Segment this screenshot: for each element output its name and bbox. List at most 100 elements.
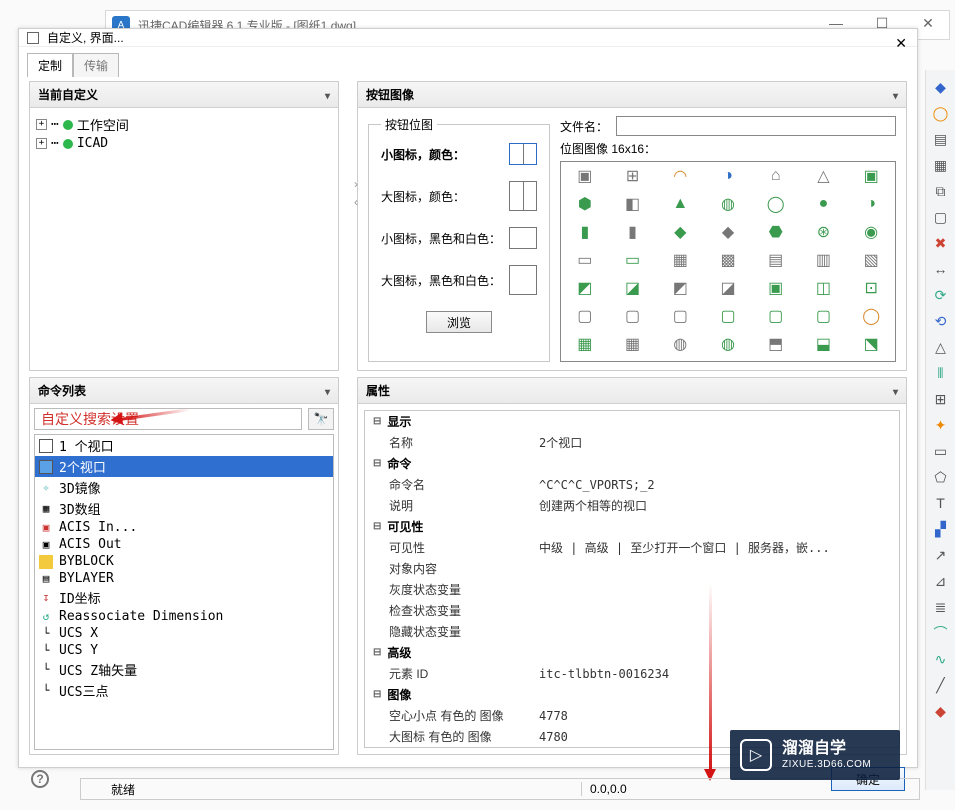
file-name-input[interactable] (616, 116, 896, 136)
tool-refresh-icon[interactable]: ⟲ (932, 312, 950, 330)
tool-array-icon[interactable]: ▦ (932, 156, 950, 174)
tree-item-icad[interactable]: + ⋯ ICAD (36, 135, 332, 152)
large-color-label: 大图标，颜色： (381, 188, 465, 205)
command-row[interactable]: ▣ACIS Out (35, 536, 333, 553)
tab-customize[interactable]: 定制 (27, 53, 73, 77)
tool-mirror-icon[interactable]: △ (932, 338, 950, 356)
tree-item-label: ICAD (77, 136, 108, 151)
tool-icon[interactable]: ◆ (932, 78, 950, 96)
small-color-swatch[interactable] (509, 143, 537, 165)
tool-align-icon[interactable]: ⫴ (932, 364, 950, 382)
panel-collapse-icon[interactable] (891, 384, 898, 398)
green-dot-icon (63, 120, 73, 130)
command-row[interactable]: BYBLOCK (35, 553, 333, 570)
tree-bullet-icon: ⋯ (51, 136, 59, 151)
panel-button-image-title: 按钮图像 (366, 86, 414, 103)
large-color-swatch[interactable] (509, 181, 537, 211)
ucsx-icon: └ (39, 627, 53, 641)
ucsy-icon: └ (39, 644, 53, 658)
small-bw-label: 小图标，黑色和白色： (381, 230, 501, 247)
panel-current-customize: 当前自定义 + ⋯ 工作空间 + ⋯ ICAD (29, 81, 339, 371)
command-row[interactable]: └UCS Y (35, 642, 333, 659)
large-bw-swatch[interactable] (509, 265, 537, 295)
tool-delete-icon[interactable]: ✖ (932, 234, 950, 252)
tool-end-icon[interactable]: ◆ (932, 702, 950, 720)
command-row[interactable]: ✧3D镜像 (35, 477, 333, 498)
tab-transfer[interactable]: 传输 (73, 53, 119, 77)
help-icon[interactable]: ? (31, 770, 49, 788)
tool-grid-icon[interactable]: ⊞ (932, 390, 950, 408)
command-row-selected[interactable]: 2个视口 (35, 456, 333, 477)
customize-dialog: 自定义, 界面... ✕ 定制 传输 当前自定义 + ⋯ 工作空间 (18, 28, 918, 768)
dialog-title: 自定义, 界面... (47, 29, 124, 46)
command-row[interactable]: ▤BYLAYER (35, 570, 333, 587)
command-list[interactable]: 1 个视口 2个视口 ✧3D镜像 ▦3D数组 ▣ACIS In... ▣ACIS… (34, 434, 334, 750)
panel-properties: 属性 显示 名称2个视口 命令 命令名^C^C^C_VPORTS;_2 说明创建… (357, 377, 907, 755)
ucszvec-icon: └ (39, 663, 53, 677)
acisin-icon: ▣ (39, 521, 53, 535)
status-ready: 就绪 (81, 781, 581, 798)
tool-dim-icon[interactable]: ⊿ (932, 572, 950, 590)
ucs3pt-icon: └ (39, 684, 53, 698)
tree-expand-icon[interactable]: + (36, 119, 47, 130)
panel-collapse-icon[interactable] (323, 88, 330, 102)
idcoord-icon: ↧ (39, 591, 53, 605)
tool-measure-icon[interactable]: ↗ (932, 546, 950, 564)
properties-grid[interactable]: 显示 名称2个视口 命令 命令名^C^C^C_VPORTS;_2 说明创建两个相… (364, 410, 900, 748)
customize-tree[interactable]: + ⋯ 工作空间 + ⋯ ICAD (30, 108, 338, 370)
tool-box-icon[interactable]: ▢ (932, 208, 950, 226)
tool-line-icon[interactable]: ╱ (932, 676, 950, 694)
file-name-label: 文件名： (560, 118, 608, 135)
bitmap-icon-grid[interactable]: ▣⊞◠◑⌂△▣ ⬢◧▲◍◯●◑ ▮▮◆◆⬣⊛◉ ▭▭▦▩▤▥▧ ◩◪◩◪▣◫⊡ … (560, 161, 896, 362)
command-row[interactable]: ▦3D数组 (35, 498, 333, 519)
viewport2-icon (39, 460, 53, 474)
status-bar: 就绪 0.0,0.0 (80, 778, 920, 800)
command-row[interactable]: 1 个视口 (35, 435, 333, 456)
command-search-input[interactable] (34, 408, 302, 430)
tool-move-icon[interactable]: ↔ (932, 260, 950, 278)
window-close-icon[interactable]: ✕ (915, 15, 941, 32)
tool-poly-icon[interactable]: ⬠ (932, 468, 950, 486)
panel-button-image: 按钮图像 按钮位图 小图标，颜色： 大图标，颜色： (357, 81, 907, 371)
viewport1-icon (39, 439, 53, 453)
tool-spline-icon[interactable]: ∿ (932, 650, 950, 668)
panel-collapse-icon[interactable] (323, 384, 330, 398)
command-row[interactable]: ▣ACIS In... (35, 519, 333, 536)
tool-rotate-icon[interactable]: ⟳ (932, 286, 950, 304)
right-toolbar: ◆ ◯ ▤ ▦ ⧉ ▢ ✖ ↔ ⟳ ⟲ △ ⫴ ⊞ ✦ ▭ ⬠ T ▞ ↗ ⊿ … (925, 70, 955, 790)
tree-item-workspace[interactable]: + ⋯ 工作空间 (36, 114, 332, 135)
browse-button[interactable]: 浏览 (426, 311, 492, 333)
array3d-icon: ▦ (39, 502, 53, 516)
tool-circle-icon[interactable]: ◯ (932, 104, 950, 122)
small-color-label: 小图标，颜色： (381, 146, 465, 163)
search-binoculars-icon[interactable]: 🔭 (308, 408, 334, 430)
tool-hatch-icon[interactable]: ▤ (932, 130, 950, 148)
command-row[interactable]: └UCS X (35, 625, 333, 642)
command-row[interactable]: ↧ID坐标 (35, 587, 333, 608)
dialog-tabs: 定制 传输 (19, 47, 917, 77)
panel-command-list-title: 命令列表 (38, 382, 86, 399)
tool-chart-icon[interactable]: ▞ (932, 520, 950, 538)
tool-arc-icon[interactable]: ⌒ (932, 624, 950, 642)
bitmap-fieldset: 按钮位图 小图标，颜色： 大图标，颜色： 小图标，黑色和白色 (368, 116, 550, 362)
tool-rect-icon[interactable]: ▭ (932, 442, 950, 460)
byblock-icon (39, 555, 53, 569)
tool-layer-icon[interactable]: ≣ (932, 598, 950, 616)
dialog-titlebar: 自定义, 界面... ✕ (19, 29, 917, 47)
tree-expand-icon[interactable]: + (36, 138, 47, 149)
status-coords: 0.0,0.0 (581, 782, 635, 796)
panel-collapse-icon[interactable] (891, 88, 898, 102)
command-row[interactable]: ↺Reassociate Dimension (35, 608, 333, 625)
tool-copy-icon[interactable]: ⧉ (932, 182, 950, 200)
command-row[interactable]: └UCS三点 (35, 680, 333, 701)
tool-text-icon[interactable]: T (932, 494, 950, 512)
bylayer-icon: ▤ (39, 572, 53, 586)
small-bw-swatch[interactable] (509, 227, 537, 249)
dialog-close-icon[interactable]: ✕ (895, 35, 907, 52)
tool-snap-icon[interactable]: ✦ (932, 416, 950, 434)
tree-item-label: 工作空间 (77, 115, 129, 134)
command-row[interactable]: └UCS Z轴矢量 (35, 659, 333, 680)
panel-current-customize-title: 当前自定义 (38, 86, 98, 103)
splitter-handle[interactable]: ›‹ (354, 177, 358, 209)
dialog-app-icon (27, 32, 39, 44)
